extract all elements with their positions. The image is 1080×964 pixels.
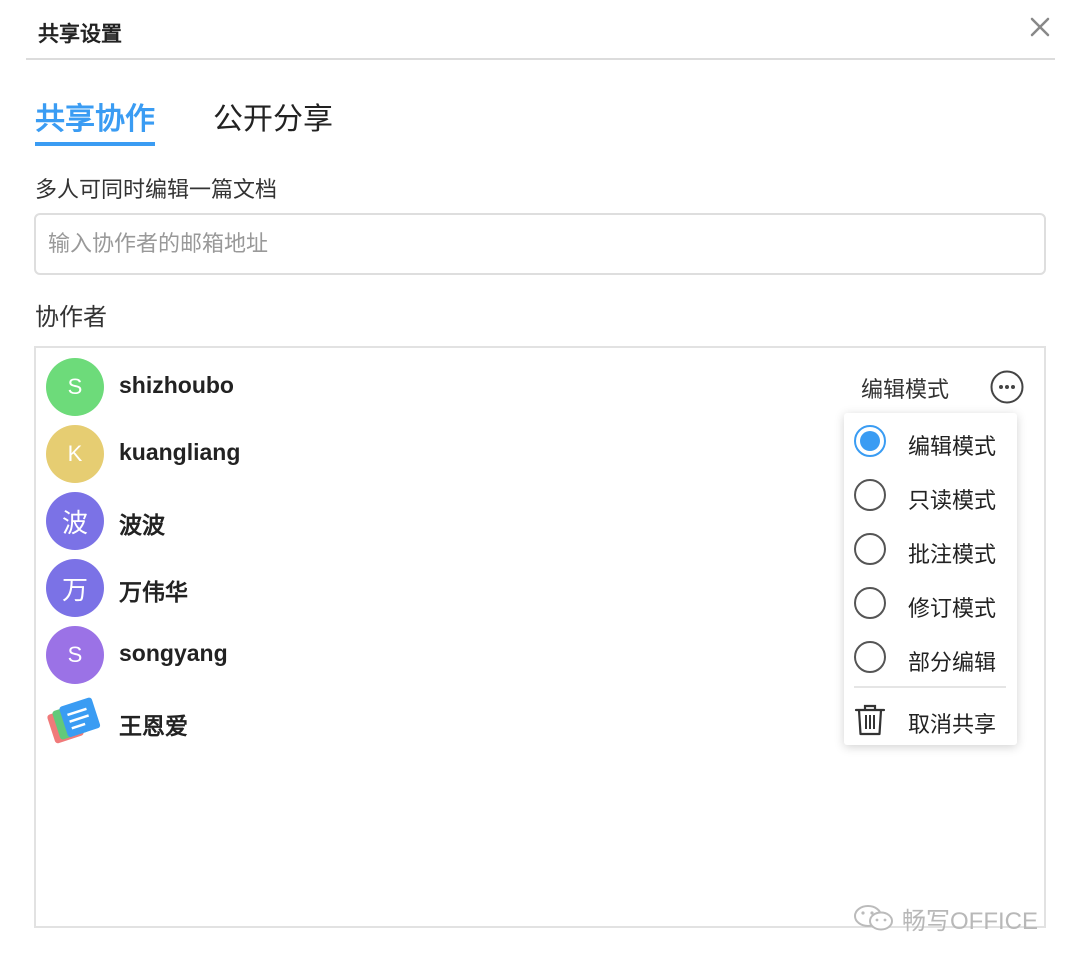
app-logo-icon bbox=[46, 693, 104, 751]
collaborator-name: kuangliang bbox=[119, 439, 241, 465]
watermark: 畅写OFFICE bbox=[852, 900, 1038, 936]
tab-public-share[interactable]: 公开分享 bbox=[213, 94, 333, 138]
close-icon bbox=[1030, 17, 1050, 37]
avatar: 万 bbox=[46, 559, 104, 617]
share-settings-dialog: 共享设置 共享协作 公开分享 多人可同时编辑一篇文档 协作者 S shizhou… bbox=[0, 0, 1080, 964]
cancel-share-label: 取消共享 bbox=[908, 712, 997, 737]
radio-icon bbox=[854, 641, 886, 673]
mode-option-edit[interactable]: 编辑模式 bbox=[854, 419, 1009, 463]
collaborator-name: shizhoubo bbox=[119, 372, 234, 398]
current-mode-label[interactable]: 编辑模式 bbox=[861, 372, 949, 404]
avatar: K bbox=[46, 425, 104, 483]
dialog-header: 共享设置 bbox=[26, 0, 1055, 60]
radio-icon bbox=[854, 533, 886, 565]
avatar: S bbox=[46, 358, 104, 416]
more-icon bbox=[990, 370, 1024, 404]
email-input[interactable] bbox=[34, 213, 1046, 275]
cancel-share-button[interactable]: 取消共享 bbox=[854, 697, 1009, 741]
trash-icon bbox=[854, 704, 886, 736]
radio-selected-icon bbox=[854, 425, 886, 457]
mode-option-label: 批注模式 bbox=[908, 542, 997, 567]
watermark-text: 畅写OFFICE bbox=[902, 907, 1038, 935]
mode-option-revision[interactable]: 修订模式 bbox=[854, 581, 1009, 625]
mode-option-label: 编辑模式 bbox=[908, 434, 997, 459]
collaborator-row: S shizhoubo 编辑模式 bbox=[46, 358, 1026, 418]
tab-share-collaboration[interactable]: 共享协作 bbox=[35, 94, 155, 146]
menu-divider bbox=[854, 686, 1006, 688]
mode-option-label: 修订模式 bbox=[908, 596, 997, 621]
collaborators-heading: 协作者 bbox=[35, 304, 107, 331]
dialog-title: 共享设置 bbox=[38, 23, 122, 46]
radio-icon bbox=[854, 587, 886, 619]
collaborator-name: songyang bbox=[119, 640, 228, 666]
mode-option-partial-edit[interactable]: 部分编辑 bbox=[854, 635, 1009, 679]
wechat-icon bbox=[854, 905, 893, 931]
collaborator-name: 王恩爱 bbox=[119, 713, 188, 739]
collaborator-name: 波波 bbox=[119, 512, 165, 538]
mode-dropdown-menu: 编辑模式 只读模式 批注模式 修订模式 部分编辑 取消共享 bbox=[844, 413, 1017, 745]
avatar: S bbox=[46, 626, 104, 684]
mode-option-label: 只读模式 bbox=[908, 488, 997, 513]
radio-icon bbox=[854, 479, 886, 511]
collaboration-description: 多人可同时编辑一篇文档 bbox=[35, 177, 278, 202]
avatar: 波 bbox=[46, 492, 104, 550]
close-button[interactable] bbox=[1025, 12, 1055, 42]
collaborator-name: 万伟华 bbox=[119, 579, 188, 605]
more-options-button[interactable] bbox=[990, 370, 1024, 404]
mode-option-label: 部分编辑 bbox=[908, 650, 997, 675]
mode-option-comment[interactable]: 批注模式 bbox=[854, 527, 1009, 571]
mode-option-readonly[interactable]: 只读模式 bbox=[854, 473, 1009, 517]
